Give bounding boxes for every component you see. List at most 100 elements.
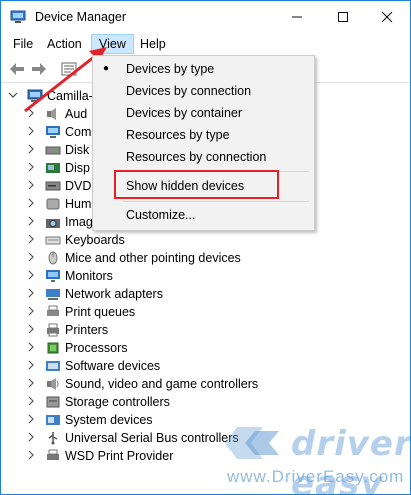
processor-icon [45,341,61,355]
tree-item-printer[interactable]: Printers [25,321,108,339]
highlight-box [114,170,279,199]
tree-item-label: Printers [65,323,109,337]
keyboard-icon [45,233,61,247]
menu-file[interactable]: File [6,34,40,54]
chevron-right-icon[interactable] [25,144,37,157]
chevron-right-icon[interactable] [25,126,37,139]
menu-item-label: Customize... [126,208,196,222]
menu-item-devices-by-type[interactable]: ● Devices by type [95,58,312,80]
menu-item-devices-by-container[interactable]: Devices by container [95,102,312,124]
tree-item-disk-drive[interactable]: Disk [25,141,89,159]
tree-item-audio[interactable]: Aud [25,105,87,123]
tree-item-label: Disp [65,161,91,175]
back-button[interactable] [7,59,27,79]
tree-item-label: Processors [65,341,128,355]
menu-item-resources-by-connection[interactable]: Resources by connection [95,146,312,168]
tree-item-label: Network adapters [65,287,163,301]
tree-item-dvd-drive[interactable]: DVD [25,177,91,195]
dvd-drive-icon [45,179,61,193]
menu-view[interactable]: View [91,34,134,54]
close-button[interactable] [364,1,410,33]
chevron-right-icon[interactable] [25,234,37,247]
maximize-button[interactable] [320,1,366,33]
tree-item-wsd[interactable]: WSD Print Provider [25,447,173,465]
tree-item-keyboard[interactable]: Keyboards [25,231,125,249]
tree-item-hid[interactable]: Hum [25,195,91,213]
back-arrow-icon [10,63,24,75]
menu-action[interactable]: Action [40,34,89,54]
tree-item-software-device[interactable]: Software devices [25,357,160,375]
hid-icon [45,197,61,211]
chevron-right-icon[interactable] [25,306,37,319]
maximize-icon [338,12,348,22]
system-device-icon [45,413,61,427]
tree-item-sound[interactable]: Sound, video and game controllers [25,375,258,393]
audio-icon [45,107,61,121]
chevron-right-icon[interactable] [25,198,37,211]
tree-item-label: Software devices [65,359,161,373]
tree-item-usb[interactable]: Universal Serial Bus controllers [25,429,239,447]
monitor-icon [45,269,61,283]
minimize-button[interactable] [274,1,320,33]
tree-item-mouse[interactable]: Mice and other pointing devices [25,249,241,267]
menu-item-label: Resources by type [126,128,230,142]
tree-item-imaging[interactable]: Imag [25,213,93,231]
chevron-right-icon[interactable] [25,450,37,463]
device-manager-window: Device Manager File Action View Help Cam… [0,0,411,495]
chevron-right-icon[interactable] [25,288,37,301]
checked-bullet-icon: ● [103,63,110,74]
chevron-right-icon[interactable] [25,378,37,391]
chevron-right-icon[interactable] [25,432,37,445]
minimize-icon [292,16,302,18]
menu-item-label: Devices by connection [126,84,252,98]
sound-icon [45,377,61,391]
wsd-icon [45,449,61,463]
tree-item-system-device[interactable]: System devices [25,411,153,429]
menu-help[interactable]: Help [133,34,173,54]
menu-item-resources-by-type[interactable]: Resources by type [95,124,312,146]
tree-item-network[interactable]: Network adapters [25,285,163,303]
tree-item-processor[interactable]: Processors [25,339,128,357]
menu-item-devices-by-connection[interactable]: Devices by connection [95,80,312,102]
view-dropdown-menu: ● Devices by type Devices by connection … [92,55,315,231]
tree-item-label: Mice and other pointing devices [65,251,241,265]
chevron-right-icon[interactable] [25,180,37,193]
window-title: Device Manager [35,10,127,24]
chevron-right-icon[interactable] [25,324,37,337]
chevron-right-icon[interactable] [25,108,37,121]
tree-item-label: System devices [65,413,153,427]
chevron-right-icon[interactable] [25,162,37,175]
menu-item-label: Devices by container [126,106,243,120]
imaging-icon [45,215,61,229]
forward-button[interactable] [29,59,49,79]
printer-icon [45,323,61,337]
title-bar[interactable]: Device Manager [1,1,410,33]
chevron-right-icon[interactable] [25,252,37,265]
chevron-right-icon[interactable] [25,216,37,229]
tree-item-display-adapter[interactable]: Disp [25,159,90,177]
tree-item-label: Keyboards [65,233,125,247]
tree-root[interactable]: Camilla- [7,87,93,105]
tree-item-label: Universal Serial Bus controllers [65,431,239,445]
properties-button[interactable] [59,59,79,79]
usb-icon [45,431,61,445]
tree-item-storage[interactable]: Storage controllers [25,393,170,411]
tree-item-label: Print queues [65,305,136,319]
chevron-right-icon[interactable] [25,270,37,283]
menu-item-customize[interactable]: Customize... [95,204,312,226]
chevron-right-icon[interactable] [25,342,37,355]
chevron-right-icon[interactable] [25,396,37,409]
tree-item-monitor[interactable]: Monitors [25,267,113,285]
disk-drive-icon [45,143,61,157]
chevron-right-icon[interactable] [25,414,37,427]
tree-item-print-queue[interactable]: Print queues [25,303,135,321]
close-icon [381,11,393,23]
forward-arrow-icon [32,63,46,75]
computer-icon [45,125,61,139]
chevron-right-icon[interactable] [25,360,37,373]
tree-item-computer[interactable]: Com [25,123,91,141]
tree-item-label: Aud [65,107,88,121]
chevron-down-icon[interactable] [7,90,19,102]
menu-separator [123,201,309,202]
menu-item-label: Devices by type [126,62,215,76]
